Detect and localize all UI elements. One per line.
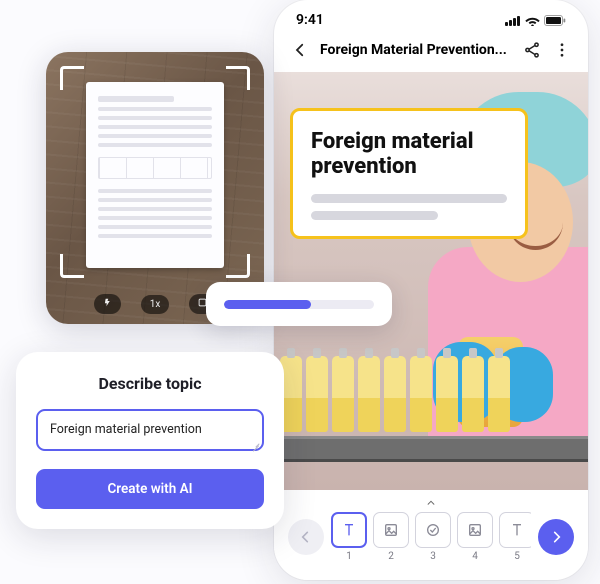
slide-thumbnails: 1 2 3 4 5 — [331, 512, 531, 562]
prev-slide-button[interactable] — [288, 519, 324, 555]
slide-navigator: 1 2 3 4 5 — [274, 490, 588, 580]
progress-card — [206, 282, 392, 326]
describe-topic-card: Describe topic Create with AI — [16, 352, 284, 529]
status-time: 9:41 — [296, 12, 324, 28]
slide-number: 1 — [346, 551, 352, 562]
zoom-level[interactable]: 1x — [141, 295, 170, 314]
slide-thumbnail[interactable]: 1 — [331, 512, 367, 562]
hero-image: Foreign material prevention — [274, 72, 588, 490]
scan-frame-corner — [60, 66, 84, 90]
status-bar: 9:41 — [274, 0, 588, 32]
scan-frame-corner — [60, 254, 84, 278]
battery-icon — [544, 15, 566, 26]
slide-number: 3 — [430, 551, 436, 562]
share-icon[interactable] — [522, 40, 542, 60]
placeholder-line — [311, 194, 507, 203]
progress-bar — [224, 300, 374, 309]
wifi-icon — [525, 15, 540, 26]
slide-thumbnail[interactable]: 5 — [499, 512, 531, 562]
expand-icon[interactable] — [288, 498, 574, 508]
flash-toggle[interactable] — [94, 294, 121, 314]
slide-number: 4 — [472, 551, 478, 562]
topic-heading: Describe topic — [36, 374, 264, 393]
conveyor-illustration — [274, 370, 588, 490]
image-slide-icon — [467, 522, 483, 538]
slide-number: 5 — [514, 551, 520, 562]
phone-header: Foreign Material Prevention... — [274, 32, 588, 72]
slide-thumbnail[interactable]: 4 — [457, 512, 493, 562]
image-slide-icon — [383, 522, 399, 538]
hero-title: Foreign material prevention — [311, 129, 507, 180]
progress-fill — [224, 300, 311, 309]
scanned-document — [86, 82, 224, 268]
slide-number: 2 — [388, 551, 394, 562]
signal-icon — [505, 15, 521, 26]
back-icon[interactable] — [290, 40, 310, 60]
hero-title-card: Foreign material prevention — [290, 108, 528, 239]
slide-thumbnail[interactable]: 2 — [373, 512, 409, 562]
placeholder-line — [311, 211, 438, 220]
scan-frame-corner — [226, 254, 250, 278]
status-icons — [505, 15, 566, 26]
page-title: Foreign Material Prevention... — [320, 42, 512, 58]
text-slide-icon — [341, 522, 357, 538]
check-slide-icon — [425, 522, 441, 538]
text-slide-icon — [509, 522, 525, 538]
slide-thumbnail[interactable]: 3 — [415, 512, 451, 562]
scan-frame-corner — [226, 66, 250, 90]
next-slide-button[interactable] — [538, 519, 574, 555]
create-with-ai-button[interactable]: Create with AI — [36, 469, 264, 509]
topic-input[interactable] — [36, 409, 264, 451]
more-icon[interactable] — [552, 40, 572, 60]
